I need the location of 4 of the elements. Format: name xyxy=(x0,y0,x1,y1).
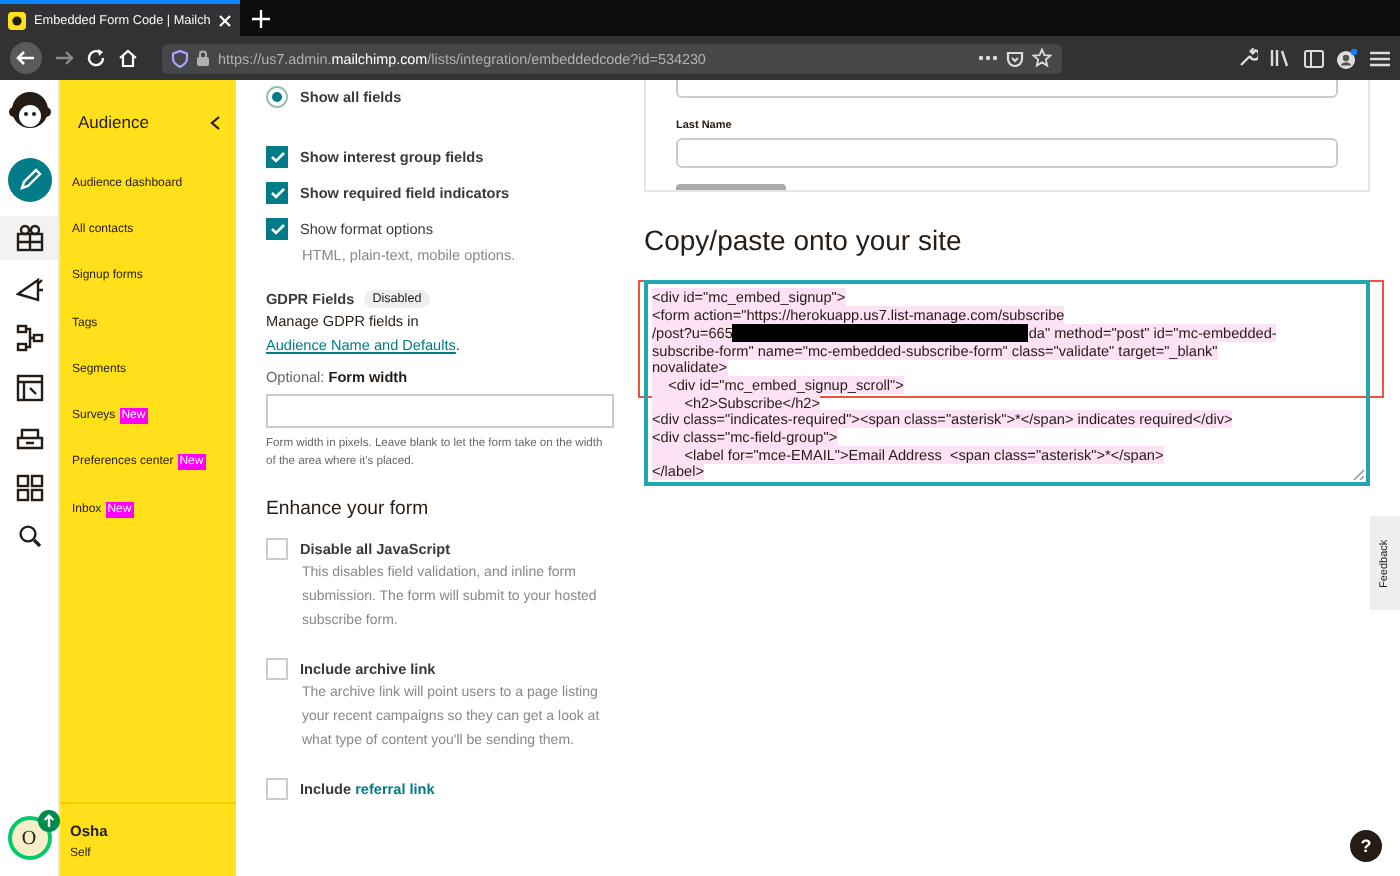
section-title: Enhance your form xyxy=(266,498,431,520)
sidebar-title: Audience xyxy=(78,112,149,132)
help-button[interactable]: ? xyxy=(1350,830,1382,862)
section-title: Copy/paste onto your site xyxy=(644,224,964,256)
